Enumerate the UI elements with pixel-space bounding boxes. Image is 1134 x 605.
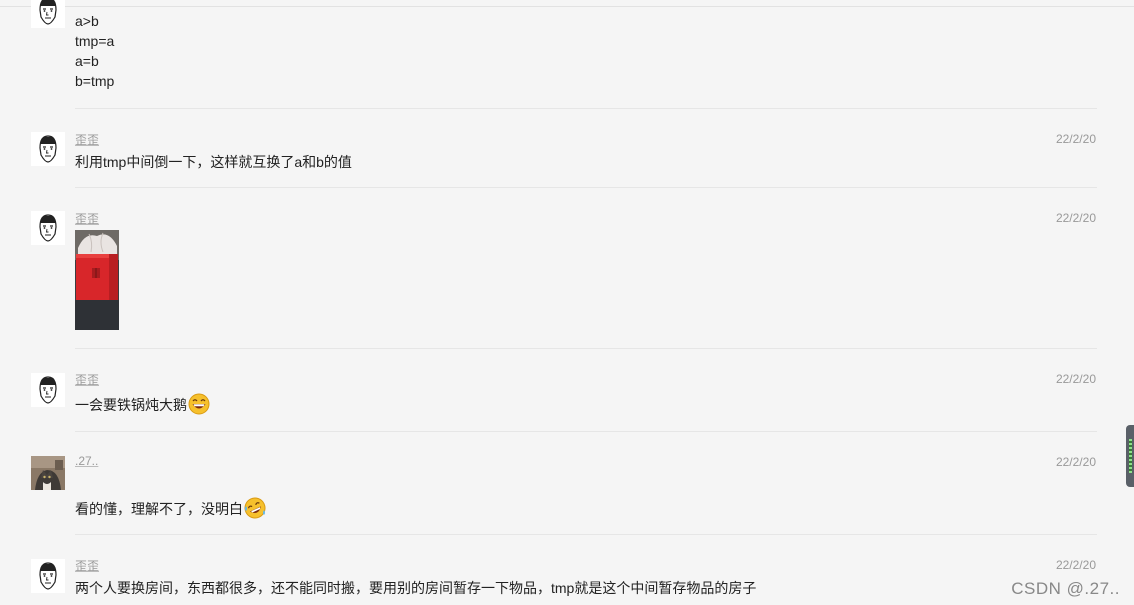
comment-text: 利用tmp中间倒一下，这样就互换了a和b的值 (75, 154, 352, 170)
cartoon-face-avatar-icon (31, 373, 65, 407)
comment-item: a>b tmp=a a=b b=tmp (0, 0, 1134, 110)
comment-text-row: 看的懂，理解不了，没明白 (75, 497, 266, 519)
scroll-indicator-icon (1129, 439, 1132, 473)
author-name[interactable]: 歪歪 (75, 210, 99, 227)
code-line: tmp=a (75, 33, 115, 49)
avatar[interactable] (31, 559, 65, 593)
cartoon-face-avatar-icon (31, 559, 65, 593)
cartoon-face-avatar-icon (31, 0, 65, 28)
comment-text-row: 一会要铁锅炖大鹅 (75, 393, 210, 415)
timestamp: 22/2/20 (1055, 132, 1096, 146)
comment-text: 两个人要换房间，东西都很多，还不能同时搬，要用别的房间暂存一下物品，tmp就是这… (75, 580, 757, 596)
avatar[interactable] (31, 373, 65, 407)
timestamp: 22/2/20 (1055, 558, 1096, 572)
avatar[interactable] (31, 132, 65, 166)
comment-item: 歪歪 22/2/20 (0, 188, 1134, 349)
divider (75, 108, 1097, 109)
comment-text: 一会要铁锅炖大鹅 (75, 397, 187, 413)
timestamp: 22/2/20 (1055, 372, 1096, 386)
comment-item: 歪歪 22/2/20 两个人要换房间，东西都很多，还不能同时搬，要用别的房间暂存… (0, 535, 1134, 605)
cartoon-face-avatar-icon (31, 132, 65, 166)
author-name[interactable]: 歪歪 (75, 371, 99, 388)
author-name[interactable]: 歪歪 (75, 557, 99, 574)
rofl-emoji-icon (244, 497, 266, 519)
comment-text: 看的懂，理解不了，没明白 (75, 501, 243, 517)
comment-item: 歪歪 22/2/20 一会要铁锅炖大鹅 (0, 349, 1134, 432)
avatar[interactable] (31, 211, 65, 245)
cat-photo-avatar-icon (31, 456, 65, 490)
author-name[interactable]: .27.. (75, 454, 98, 468)
avatar[interactable] (31, 0, 65, 28)
code-line: a=b (75, 53, 99, 69)
timestamp: 22/2/20 (1055, 211, 1096, 225)
comment-item: .27.. 22/2/20 看的懂，理解不了，没明白 (0, 432, 1134, 535)
csdn-watermark: CSDN @.27.. (1011, 579, 1120, 598)
side-scroll-handle[interactable] (1126, 425, 1134, 487)
timestamp: 22/2/20 (1055, 455, 1096, 469)
comment-item: 歪歪 22/2/20 利用tmp中间倒一下，这样就互换了a和b的值 (0, 110, 1134, 188)
code-line: a>b (75, 13, 99, 29)
red-gift-bag-photo[interactable] (75, 230, 119, 330)
author-name[interactable]: 歪歪 (75, 131, 99, 148)
grin-emoji-icon (188, 393, 210, 415)
cartoon-face-avatar-icon (31, 211, 65, 245)
code-line: b=tmp (75, 73, 115, 89)
avatar[interactable] (31, 456, 65, 490)
